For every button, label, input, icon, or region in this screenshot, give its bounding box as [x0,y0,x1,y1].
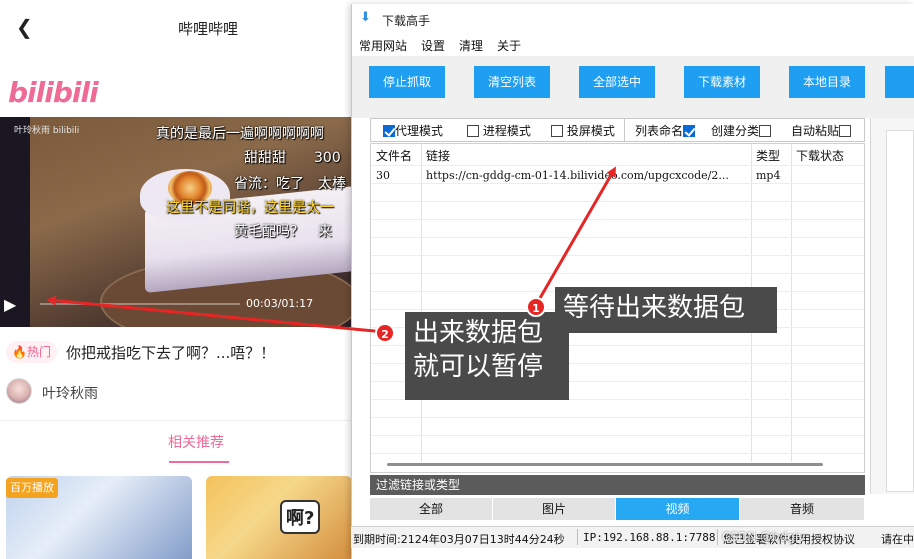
col-header-name[interactable]: 文件名 [376,147,412,164]
menu-sites[interactable]: 常用网站 [359,37,407,54]
callout-wait: 等待出来数据包 [555,287,777,333]
cell-link[interactable]: https://cn-gddg-cm-01-14.bilivideo.com/u… [426,169,729,182]
video-time: 00:03/01:17 [246,297,314,310]
ip-address: IP:192.168.88.1:7788 [583,531,716,544]
callout-pause-line2: 就可以暂停 [413,352,544,382]
auto-paste-checkbox[interactable] [839,125,852,137]
callout-pause: 出来数据包 就可以暂停 [405,312,569,400]
row-divider [371,435,864,436]
screen-label: 投屏模式 [566,124,615,138]
create-cat-checkbox[interactable] [759,125,772,137]
download-button[interactable]: 下载素材 [684,66,760,98]
author-name[interactable]: 叶玲秋雨 [42,383,98,403]
filter-tab-video[interactable]: 视频 [616,498,739,520]
process-label: 进程模式 [482,124,531,138]
extra-button[interactable] [885,66,914,98]
hot-label: 热门 [26,345,51,359]
select-all-button[interactable]: 全部选中 [579,66,655,98]
filter-label: 过滤链接或类型 [370,475,865,495]
mobile-page: ❮ 哔哩哔哩 bilibili 叶玲秋雨 bilibili 真的是最后一遍啊啊啊… [0,0,352,559]
menu-clean[interactable]: 清理 [459,37,483,54]
list-name-checkbox[interactable] [683,125,696,137]
video-watermark: 叶玲秋雨 bilibili [14,126,80,136]
cell-name[interactable]: 30 [376,169,390,182]
divider [0,420,352,421]
row-divider [371,255,864,256]
menu-bar: 常用网站 设置 清理 关于 [352,35,914,55]
thumb-badge: 百万播放 [6,478,58,498]
status-separator [577,529,578,545]
row-divider [371,183,864,184]
state-text: 请在中 [881,533,914,546]
row-divider [371,453,864,454]
hot-badge: 🔥热门 [6,341,57,363]
filter-tab-image[interactable]: 图片 [493,498,615,520]
row-divider [371,165,864,166]
menu-about[interactable]: 关于 [497,37,521,54]
process-option[interactable]: 进程模式 [467,122,531,139]
row-divider [371,201,864,202]
danmaku-text: 省流：吃了 太棒 [234,176,346,192]
col-header-link[interactable]: 链接 [426,147,450,164]
progress-bar[interactable] [40,303,240,305]
thumb-bubble: 啊? [280,500,321,534]
list-name-option[interactable]: 列表命名 [635,122,696,139]
screen-checkbox[interactable] [551,125,563,137]
auto-paste-label: 自动粘贴 [791,124,840,138]
proxy-label: 代理模式 [395,124,444,138]
menu-settings[interactable]: 设置 [421,37,445,54]
step-number-2: 2 [375,323,395,343]
row-divider [371,417,864,418]
col-header-status[interactable]: 下载状态 [796,147,844,164]
play-icon[interactable]: ▶ [4,295,24,315]
create-cat-label: 创建分类 [711,124,760,138]
video-title: 你把戒指吃下去了啊？...唔？！ [66,344,276,362]
expire-time: 到期时间:2124年03月07日13时44分24秒 [353,533,565,546]
bilibili-logo[interactable]: bilibili [8,76,99,109]
filter-tab-audio[interactable]: 音频 [740,498,864,520]
list-name-label: 列表命名 [635,124,684,138]
right-panel-content [886,130,914,492]
process-checkbox[interactable] [467,125,479,137]
stop-capture-button[interactable]: 停止抓取 [369,66,445,98]
download-icon: ⬇ [360,10,371,25]
auto-paste-option[interactable]: 自动粘贴 [791,122,852,139]
csdn-watermark: CSDN @bdgiv [722,530,806,544]
tab-related[interactable]: 相关推荐 [168,432,224,452]
avatar[interactable] [6,378,32,404]
related-thumb-2[interactable] [206,476,352,559]
col-header-type[interactable]: 类型 [756,147,780,164]
status-separator [717,529,718,545]
window-titlebar[interactable]: ⬇ 下载高手 [352,4,914,34]
danmaku-text: 甜甜甜 300 [244,150,341,166]
cell-type[interactable]: mp4 [756,169,780,182]
local-dir-button[interactable]: 本地目录 [789,66,865,98]
fire-icon: 🔥 [12,345,27,359]
screen-option[interactable]: 投屏模式 [551,122,615,139]
filter-tab-all[interactable]: 全部 [370,498,492,520]
callout-pause-line1: 出来数据包 [413,318,544,348]
row-divider [371,237,864,238]
row-divider [371,273,864,274]
horizontal-scrollbar[interactable] [387,463,823,466]
col-divider [421,144,422,462]
proxy-option[interactable]: 代理模式 [383,122,443,139]
create-cat-option[interactable]: 创建分类 [711,122,772,139]
clear-list-button[interactable]: 清空列表 [474,66,550,98]
danmaku-text: 这里不是同谐，这里是太一 [166,200,334,216]
danmaku-text: 真的是最后一遍啊啊啊啊啊 [156,126,324,142]
options-bar: 代理模式 进程模式 投屏模式 列表命名 创建分类 自动粘贴 [370,118,865,142]
status-bar: 到期时间:2124年03月07日13时44分24秒 IP:192.168.88.… [351,526,914,548]
proxy-checkbox[interactable] [383,125,395,137]
step-number-1: 1 [526,297,546,317]
tab-indicator [169,461,229,463]
col-divider [791,144,792,462]
window-title: 下载高手 [382,14,431,28]
video-player[interactable]: 叶玲秋雨 bilibili 真的是最后一遍啊啊啊啊啊 甜甜甜 300 省流：吃了… [0,117,352,327]
option-separator [624,119,625,141]
row-divider [371,219,864,220]
danmaku-text: 黄毛配吗？ 来 [234,224,332,240]
